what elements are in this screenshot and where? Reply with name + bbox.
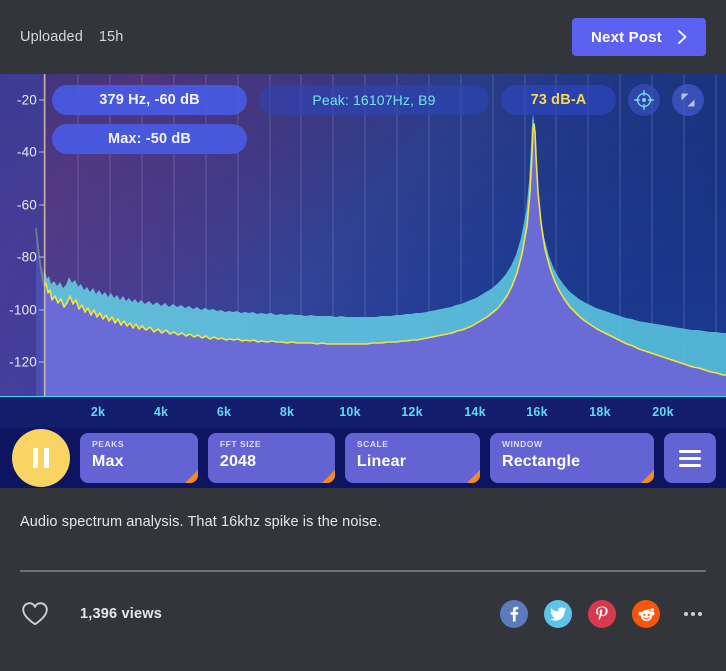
view-count: 1,396 views (80, 606, 163, 622)
post-age: 15h (98, 29, 124, 45)
more-dot (684, 612, 688, 616)
control-label: WINDOW (501, 439, 543, 449)
post-footer: 1,396 views (0, 572, 726, 656)
hamburger-menu-icon[interactable] (664, 433, 717, 483)
post-caption: Audio spectrum analysis. That 16khz spik… (20, 514, 382, 530)
control-card-peaks[interactable]: PEAKS Max (80, 433, 198, 483)
post-header: Uploaded 15h Next Post (0, 0, 726, 74)
pause-icon-bar-right (44, 448, 49, 468)
more-options-icon[interactable] (680, 601, 706, 627)
control-value: Linear (356, 453, 407, 470)
control-label: FFT SIZE (219, 439, 262, 449)
x-tick-label: 10k (339, 405, 361, 419)
reddit-icon[interactable] (632, 600, 660, 628)
next-post-label: Next Post (591, 28, 662, 46)
card-corner-accent (641, 470, 655, 483)
more-dot (691, 612, 695, 616)
card-corner-accent (321, 470, 335, 483)
x-tick-label: 16k (526, 405, 548, 419)
cursor-readout-badge[interactable]: 379 Hz, -60 dB (52, 85, 247, 115)
spectrum-plot[interactable] (0, 74, 726, 396)
control-value: 2048 (219, 453, 257, 470)
x-tick-label: 4k (153, 405, 169, 419)
x-tick-label: 12k (401, 405, 423, 419)
card-corner-accent (466, 470, 480, 483)
expand-icon[interactable] (672, 84, 704, 116)
menu-line (679, 463, 702, 467)
x-axis: 2k 4k 6k 8k 10k 12k 14k 16k 18k 20k (0, 396, 726, 429)
pause-icon-bar-left (33, 448, 38, 468)
control-value: Max (92, 453, 124, 470)
next-post-button[interactable]: Next Post (572, 18, 706, 56)
peak-readout-badge[interactable]: Peak: 16107Hz, B9 (259, 85, 489, 115)
x-tick-label: 8k (279, 405, 295, 419)
analyzer-controls: PEAKS Max FFT SIZE 2048 SCALE Linear WIN… (0, 428, 726, 488)
uploaded-label: Uploaded (20, 29, 83, 45)
caption-section: Audio spectrum analysis. That 16khz spik… (0, 488, 726, 532)
x-tick-label: 6k (216, 405, 232, 419)
chevron-right-icon (675, 29, 689, 45)
spl-readout-badge[interactable]: 73 dB-A (501, 85, 616, 115)
heart-icon[interactable] (20, 599, 50, 629)
x-tick-label: 20k (652, 405, 674, 419)
menu-line (679, 456, 702, 460)
pinterest-icon[interactable] (588, 600, 616, 628)
more-dot (698, 612, 702, 616)
control-label: SCALE (356, 439, 389, 449)
spectrum-svg (0, 74, 726, 396)
x-tick-label: 2k (90, 405, 106, 419)
card-corner-accent (184, 470, 198, 483)
twitter-icon[interactable] (544, 600, 572, 628)
facebook-icon[interactable] (500, 600, 528, 628)
control-label: PEAKS (92, 439, 125, 449)
control-card-scale[interactable]: SCALE Linear (344, 433, 480, 483)
crosshair-icon[interactable] (628, 84, 660, 116)
x-tick-label: 14k (464, 405, 486, 419)
control-card-window[interactable]: WINDOW Rectangle (489, 433, 655, 483)
x-tick-label: 18k (589, 405, 611, 419)
control-card-fft-size[interactable]: FFT SIZE 2048 (207, 433, 335, 483)
control-value: Rectangle (501, 453, 581, 470)
spectrum-analyzer[interactable]: -20 -40 -60 -80 -100 -120 379 Hz, -60 dB… (0, 74, 726, 488)
share-buttons (500, 600, 706, 628)
post-page: Uploaded 15h Next Post -20 -40 -60 -80 -… (0, 0, 726, 671)
pause-button[interactable] (12, 429, 70, 487)
post-meta: Uploaded 15h (20, 29, 123, 45)
menu-line (679, 449, 702, 453)
max-readout-badge[interactable]: Max: -50 dB (52, 124, 247, 154)
